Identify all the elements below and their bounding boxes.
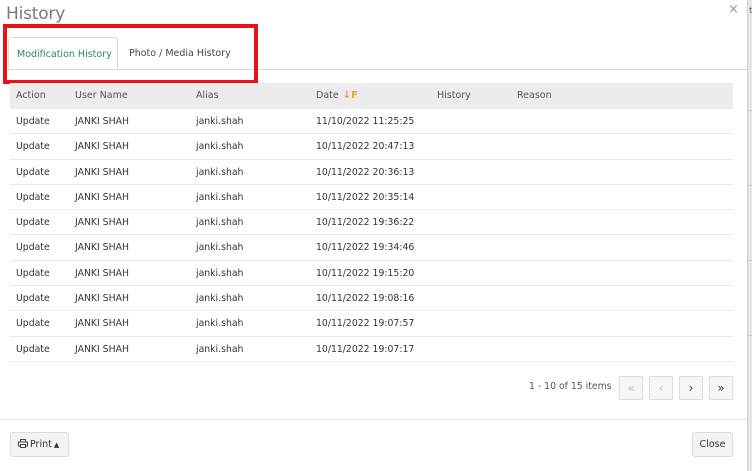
cell-action: Update bbox=[16, 166, 50, 178]
dialog-title: History bbox=[6, 4, 66, 24]
table-row[interactable]: Update JANKI SHAH janki.shah 10/11/2022 20:… bbox=[10, 160, 733, 185]
cell-user-name: JANKI SHAH bbox=[75, 343, 129, 355]
cell-action: Update bbox=[16, 267, 50, 279]
cell-action: Update bbox=[16, 293, 50, 305]
tabs-divider bbox=[8, 69, 748, 70]
caret-up-icon: ▲ bbox=[53, 441, 60, 449]
cell-date: 10/11/2022 20:47:13 bbox=[316, 141, 415, 153]
pager-next-button[interactable]: › bbox=[679, 376, 703, 400]
cell-action: Update bbox=[16, 242, 50, 254]
table-row[interactable]: Update JANKI SHAH janki.shah 10/11/2022 19:… bbox=[10, 311, 733, 337]
pager-info: 1 - 10 of 15 items bbox=[529, 381, 612, 392]
cell-user-name: JANKI SHAH bbox=[75, 267, 129, 279]
print-button[interactable]: Print ▲ bbox=[10, 432, 69, 457]
cell-user-name: JANKI SHAH bbox=[75, 217, 129, 229]
cell-date: 10/11/2022 19:34:46 bbox=[316, 242, 415, 254]
cell-user-name: JANKI SHAH bbox=[75, 242, 129, 254]
table-row[interactable]: Update JANKI SHAH janki.shah 10/11/2022 19:… bbox=[10, 235, 733, 261]
pager-previous-button[interactable]: ‹ bbox=[649, 376, 673, 400]
table-row[interactable]: Update JANKI SHAH janki.shah 10/11/2022 19:… bbox=[10, 261, 733, 287]
cell-alias: janki.shah bbox=[196, 141, 244, 153]
history-table: Action User Name Alias Date ↓F History Re… bbox=[10, 83, 733, 362]
cell-alias: janki.shah bbox=[196, 343, 244, 355]
column-header-reason[interactable]: Reason bbox=[517, 83, 552, 109]
cell-user-name: JANKI SHAH bbox=[75, 293, 129, 305]
cell-alias: janki.shah bbox=[196, 116, 244, 127]
column-header-action[interactable]: Action bbox=[16, 83, 46, 109]
pager-last-button[interactable]: » bbox=[709, 376, 733, 400]
cell-date: 10/11/2022 19:36:22 bbox=[316, 217, 415, 229]
print-label: Print bbox=[30, 439, 52, 450]
printer-icon bbox=[18, 439, 28, 448]
cell-date: 10/11/2022 19:07:17 bbox=[316, 343, 415, 355]
table-body: Update JANKI SHAH janki.shah 11/10/2022 11:… bbox=[10, 109, 733, 362]
table-row[interactable]: Update JANKI SHAH janki.shah 10/11/2022 19:… bbox=[10, 210, 733, 236]
cell-date: 11/10/2022 11:25:25 bbox=[316, 116, 415, 127]
cell-action: Update bbox=[16, 343, 50, 355]
cell-user-name: JANKI SHAH bbox=[75, 166, 129, 178]
cell-alias: janki.shah bbox=[196, 166, 244, 178]
pager-first-button[interactable]: « bbox=[619, 376, 643, 400]
table-row[interactable]: Update JANKI SHAH janki.shah 10/11/2022 19:… bbox=[10, 337, 733, 362]
cell-user-name: JANKI SHAH bbox=[75, 116, 129, 127]
column-header-date[interactable]: Date ↓F bbox=[316, 83, 358, 109]
cell-date: 10/11/2022 19:15:20 bbox=[316, 267, 415, 279]
cell-alias: janki.shah bbox=[196, 242, 244, 254]
column-header-alias[interactable]: Alias bbox=[196, 83, 219, 109]
table-row[interactable]: Update JANKI SHAH janki.shah 11/10/2022 11:… bbox=[10, 109, 733, 135]
column-header-history[interactable]: History bbox=[437, 83, 471, 109]
cell-user-name: JANKI SHAH bbox=[75, 318, 129, 330]
cell-action: Update bbox=[16, 318, 50, 330]
cell-action: Update bbox=[16, 191, 50, 203]
tab-photo-media-history[interactable]: Photo / Media History bbox=[129, 37, 249, 70]
cell-date: 10/11/2022 20:35:14 bbox=[316, 191, 415, 203]
table-header: Action User Name Alias Date ↓F History Re… bbox=[10, 83, 733, 109]
column-header-date-label: Date bbox=[316, 90, 339, 101]
background-page-edge: t bbox=[747, 0, 752, 471]
cell-action: Update bbox=[16, 217, 50, 229]
footer-divider bbox=[0, 419, 747, 420]
cell-alias: janki.shah bbox=[196, 217, 244, 229]
cell-date: 10/11/2022 20:36:13 bbox=[316, 166, 415, 178]
table-row[interactable]: Update JANKI SHAH janki.shah 10/11/2022 19:… bbox=[10, 286, 733, 312]
cell-date: 10/11/2022 19:07:57 bbox=[316, 318, 415, 330]
table-row[interactable]: Update JANKI SHAH janki.shah 10/11/2022 20:… bbox=[10, 134, 733, 160]
cell-action: Update bbox=[16, 116, 50, 127]
cell-action: Update bbox=[16, 141, 50, 153]
history-dialog: t History × Modification History Photo /… bbox=[0, 0, 752, 471]
cell-user-name: JANKI SHAH bbox=[75, 191, 129, 203]
cell-alias: janki.shah bbox=[196, 191, 244, 203]
cell-alias: janki.shah bbox=[196, 318, 244, 330]
sort-descending-icon[interactable]: ↓F bbox=[343, 83, 358, 109]
table-row[interactable]: Update JANKI SHAH janki.shah 10/11/2022 20:… bbox=[10, 185, 733, 211]
cell-alias: janki.shah bbox=[196, 293, 244, 305]
cell-user-name: JANKI SHAH bbox=[75, 141, 129, 153]
cell-date: 10/11/2022 19:08:16 bbox=[316, 293, 415, 305]
close-icon[interactable]: × bbox=[728, 2, 739, 17]
close-button[interactable]: Close bbox=[692, 432, 733, 457]
column-header-user-name[interactable]: User Name bbox=[75, 83, 128, 109]
tab-modification-history[interactable]: Modification History bbox=[8, 37, 118, 70]
cell-alias: janki.shah bbox=[196, 267, 244, 279]
